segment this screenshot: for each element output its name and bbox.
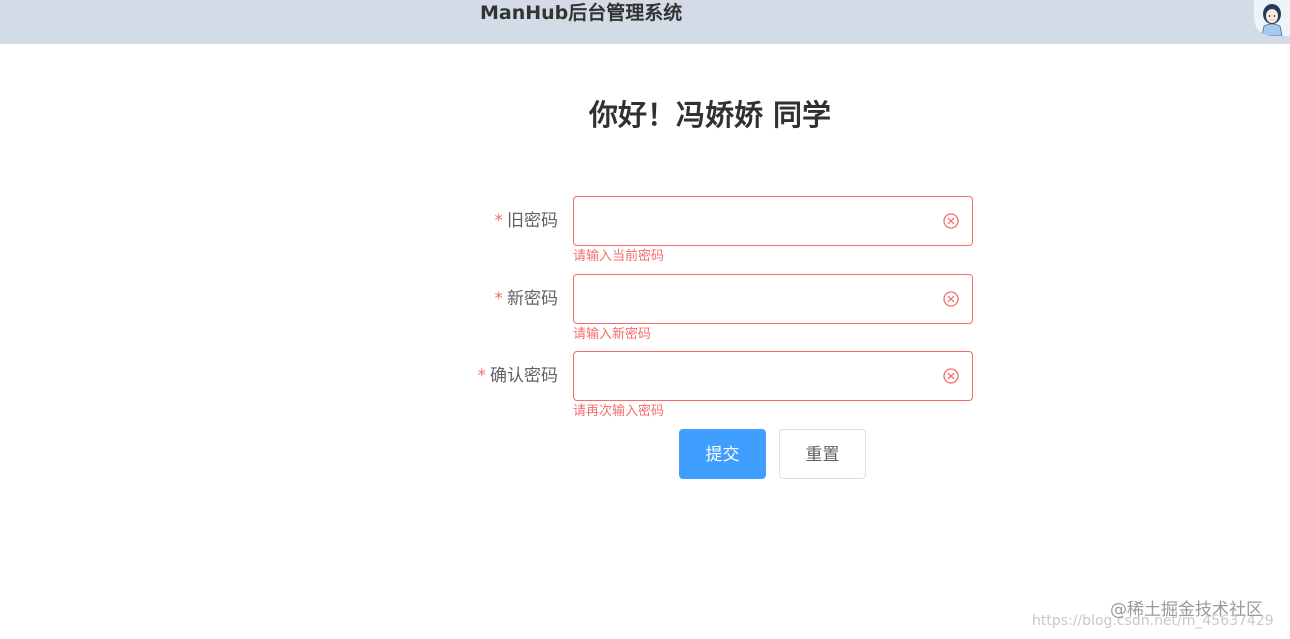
site-watermark: @稀土掘金技术社区 — [1110, 600, 1263, 620]
avatar[interactable] — [1254, 0, 1290, 36]
old-password-label: * 旧密码 — [495, 209, 559, 233]
required-asterisk: * — [477, 366, 487, 386]
confirm-password-input[interactable] — [588, 352, 938, 400]
confirm-password-input-wrapper — [573, 351, 973, 401]
old-password-error: 请输入当前密码 — [573, 249, 665, 264]
reset-button[interactable]: 重置 — [779, 429, 866, 479]
avatar-girl-icon — [1254, 0, 1290, 36]
submit-button[interactable]: 提交 — [679, 429, 766, 479]
new-password-label-text: 新密码 — [507, 289, 558, 309]
required-asterisk: * — [494, 211, 504, 231]
new-password-error: 请输入新密码 — [573, 327, 652, 342]
app-title: ManHub后台管理系统 — [480, 2, 683, 24]
circle-close-icon[interactable] — [942, 290, 960, 308]
old-password-label-text: 旧密码 — [507, 211, 558, 231]
form-item-confirm-password: * 确认密码 请再次输入密码 — [0, 351, 1290, 419]
confirm-password-label: * 确认密码 — [478, 364, 559, 388]
old-password-input-wrapper — [573, 196, 973, 246]
circle-close-icon[interactable] — [942, 212, 960, 230]
form-item-old-password: * 旧密码 请输入当前密码 — [0, 196, 1290, 264]
new-password-input-wrapper — [573, 274, 973, 324]
circle-close-icon[interactable] — [942, 367, 960, 385]
top-header: ManHub后台管理系统 — [0, 0, 1290, 44]
form-item-new-password: * 新密码 请输入新密码 — [0, 274, 1290, 342]
confirm-password-error: 请再次输入密码 — [573, 404, 665, 419]
new-password-input[interactable] — [588, 275, 938, 323]
greeting-title: 你好！冯娇娇 同学 — [588, 98, 832, 132]
confirm-password-label-text: 确认密码 — [490, 366, 558, 386]
required-asterisk: * — [494, 289, 504, 309]
new-password-label: * 新密码 — [495, 287, 559, 311]
old-password-input[interactable] — [588, 197, 938, 245]
